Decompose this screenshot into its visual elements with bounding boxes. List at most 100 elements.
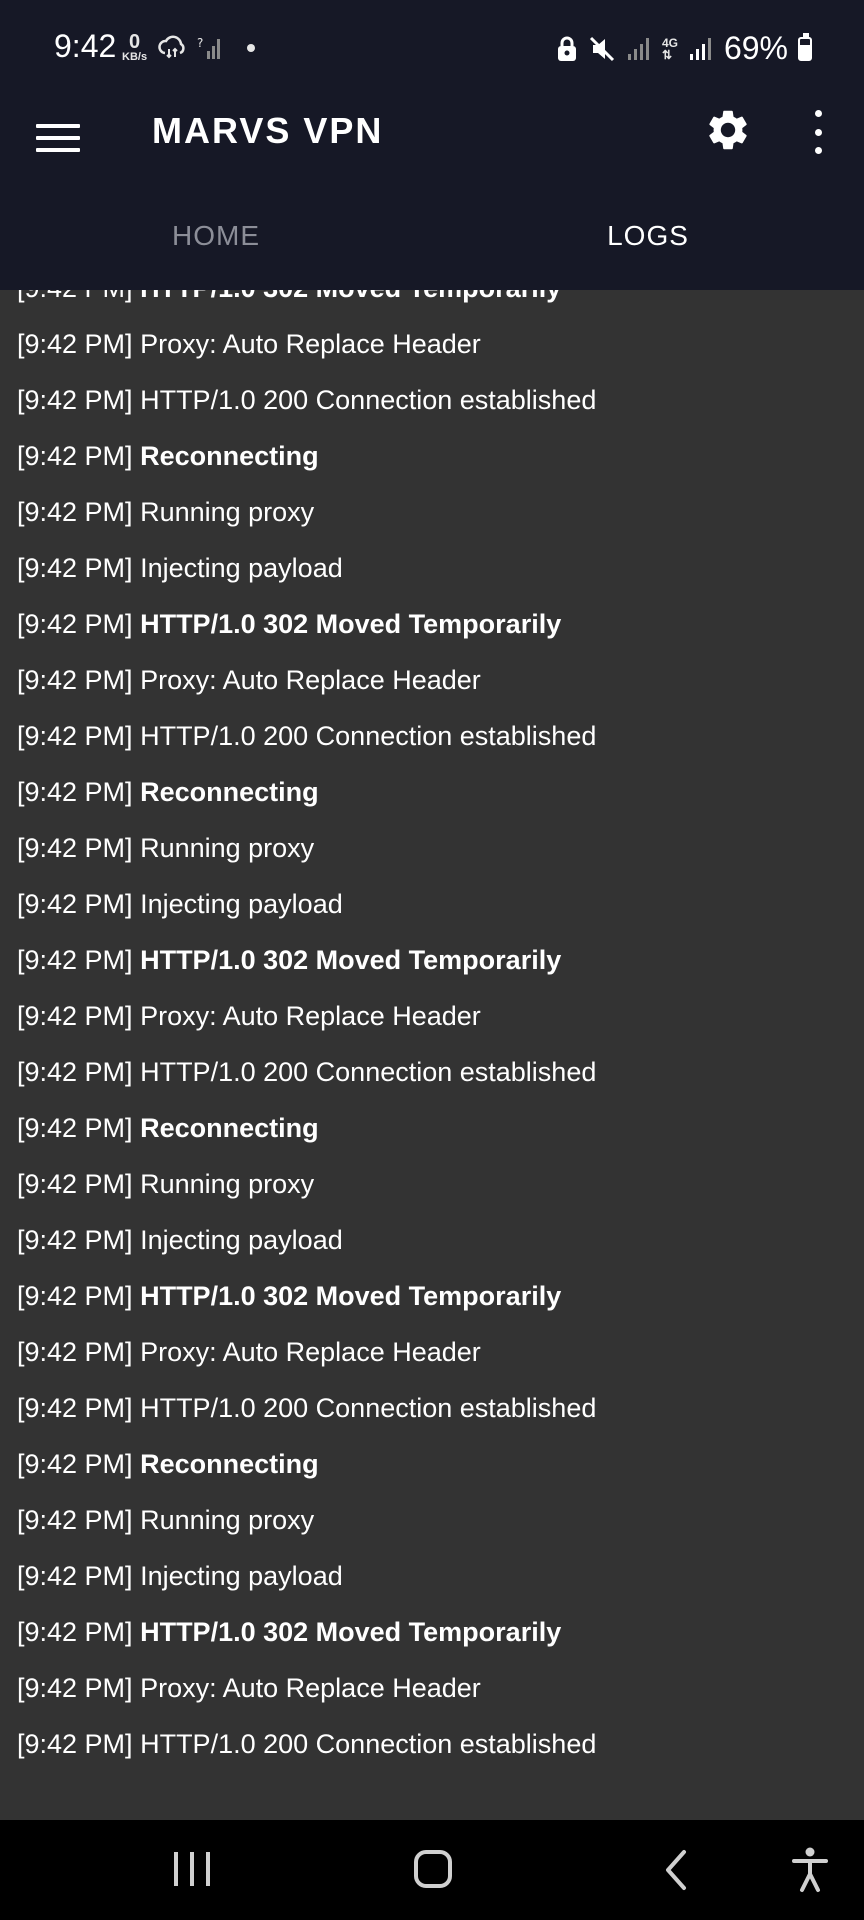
log-timestamp: [9:42 PM] — [17, 1001, 133, 1031]
log-entry: [9:42 PM] Injecting payload — [0, 1212, 864, 1268]
net-speed-unit: KB/s — [122, 51, 148, 63]
log-entry: [9:42 PM] HTTP/1.0 200 Connection establ… — [0, 1716, 864, 1772]
log-entry: [9:42 PM] Reconnecting — [0, 1100, 864, 1156]
log-message: Proxy: Auto Replace Header — [140, 1337, 481, 1367]
log-timestamp: [9:42 PM] — [17, 833, 133, 863]
log-timestamp: [9:42 PM] — [17, 441, 133, 471]
status-left-icons: 0 KB/s ? — [122, 32, 256, 63]
log-message: Injecting payload — [140, 553, 343, 583]
log-entry: [9:42 PM] HTTP/1.0 200 Connection establ… — [0, 1044, 864, 1100]
tab-home[interactable]: HOME — [0, 212, 432, 260]
log-entry: [9:42 PM] HTTP/1.0 200 Connection establ… — [0, 1380, 864, 1436]
log-timestamp: [9:42 PM] — [17, 1225, 133, 1255]
log-entry: [9:42 PM] Running proxy — [0, 820, 864, 876]
log-message: Injecting payload — [140, 1225, 343, 1255]
log-timestamp: [9:42 PM] — [17, 889, 133, 919]
log-message: Injecting payload — [140, 1561, 343, 1591]
log-message: Reconnecting — [140, 1449, 319, 1479]
log-message: Injecting payload — [140, 889, 343, 919]
log-entry: [9:42 PM] Injecting payload — [0, 540, 864, 596]
net-speed-indicator: 0 KB/s — [122, 32, 147, 63]
log-message: Running proxy — [140, 1505, 315, 1535]
log-message: Reconnecting — [140, 441, 319, 471]
cloud-sync-icon — [158, 35, 185, 58]
log-message: Reconnecting — [140, 777, 319, 807]
log-message: Proxy: Auto Replace Header — [140, 1673, 481, 1703]
home-icon[interactable] — [414, 1850, 452, 1888]
svg-text:?: ? — [197, 36, 203, 50]
log-timestamp: [9:42 PM] — [17, 609, 133, 639]
log-entry: [9:42 PM] Running proxy — [0, 1156, 864, 1212]
status-bar: 9:42 0 KB/s ? 4G ⇅ 69% — [0, 0, 864, 96]
log-timestamp: [9:42 PM] — [17, 1505, 133, 1535]
signal-icon — [627, 37, 649, 60]
log-message: Proxy: Auto Replace Header — [140, 1001, 481, 1031]
gear-icon[interactable] — [704, 106, 752, 154]
log-timestamp: [9:42 PM] — [17, 497, 133, 527]
battery-percent: 69% — [723, 30, 788, 66]
log-entry: [9:42 PM] Running proxy — [0, 1492, 864, 1548]
log-message: Reconnecting — [140, 1113, 319, 1143]
battery-icon — [798, 32, 812, 61]
tab-logs[interactable]: LOGS — [432, 212, 864, 260]
log-message: HTTP/1.0 302 Moved Temporarily — [140, 1281, 562, 1311]
log-timestamp: [9:42 PM] — [17, 1617, 133, 1647]
log-entry: [9:42 PM] Injecting payload — [0, 876, 864, 932]
4g-data-icon: 4G ⇅ — [662, 37, 678, 61]
log-panel[interactable]: [9:42 PM] HTTP/1.0 302 Moved Temporarily… — [0, 290, 864, 1820]
log-timestamp: [9:42 PM] — [17, 329, 133, 359]
signal-strength-icon — [689, 37, 711, 60]
log-timestamp: [9:42 PM] — [17, 1337, 133, 1367]
log-entry: [9:42 PM] HTTP/1.0 302 Moved Temporarily — [0, 1268, 864, 1324]
log-entry: [9:42 PM] HTTP/1.0 302 Moved Temporarily — [0, 290, 864, 316]
tab-bar: HOME LOGS — [0, 212, 864, 260]
log-entry: [9:42 PM] Proxy: Auto Replace Header — [0, 1660, 864, 1716]
log-timestamp: [9:42 PM] — [17, 1169, 133, 1199]
log-timestamp: [9:42 PM] — [17, 290, 133, 303]
mute-icon — [589, 36, 614, 61]
log-entry: [9:42 PM] Proxy: Auto Replace Header — [0, 652, 864, 708]
log-message: HTTP/1.0 200 Connection established — [140, 385, 597, 415]
log-entry: [9:42 PM] HTTP/1.0 302 Moved Temporarily — [0, 1604, 864, 1660]
app-bar: MARVS VPN HOME LOGS — [0, 96, 864, 260]
navigation-bar — [0, 1820, 864, 1920]
log-message: HTTP/1.0 200 Connection established — [140, 1729, 597, 1759]
screen: 9:42 0 KB/s ? 4G ⇅ 69% MARVS VPN HOME LO… — [0, 0, 864, 1920]
log-message: HTTP/1.0 302 Moved Temporarily — [140, 290, 561, 303]
log-message: HTTP/1.0 200 Connection established — [140, 1393, 597, 1423]
log-entry: [9:42 PM] Reconnecting — [0, 1436, 864, 1492]
more-vert-icon[interactable] — [804, 110, 832, 154]
log-entry: [9:42 PM] Proxy: Auto Replace Header — [0, 1324, 864, 1380]
log-timestamp: [9:42 PM] — [17, 553, 133, 583]
lock-icon — [557, 36, 576, 61]
log-timestamp: [9:42 PM] — [17, 1281, 133, 1311]
signal-unknown-icon: ? — [197, 36, 221, 59]
log-message: HTTP/1.0 302 Moved Temporarily — [140, 609, 562, 639]
log-timestamp: [9:42 PM] — [17, 945, 133, 975]
log-list: [9:42 PM] HTTP/1.0 302 Moved Temporarily… — [0, 290, 864, 1772]
battery-fill — [800, 44, 810, 59]
log-message: HTTP/1.0 302 Moved Temporarily — [140, 1617, 562, 1647]
log-timestamp: [9:42 PM] — [17, 1729, 133, 1759]
app-title: MARVS VPN — [152, 110, 384, 151]
recent-apps-icon[interactable] — [174, 1852, 210, 1886]
log-entry: [9:42 PM] Running proxy — [0, 484, 864, 540]
hamburger-menu-icon[interactable] — [36, 116, 80, 160]
accessibility-icon[interactable] — [790, 1846, 830, 1894]
log-message: HTTP/1.0 200 Connection established — [140, 1057, 597, 1087]
log-timestamp: [9:42 PM] — [17, 721, 133, 751]
status-right-icons: 4G ⇅ 69% — [556, 30, 812, 67]
log-entry: [9:42 PM] Reconnecting — [0, 764, 864, 820]
log-timestamp: [9:42 PM] — [17, 1057, 133, 1087]
log-message: Proxy: Auto Replace Header — [140, 329, 481, 359]
log-message: Running proxy — [140, 1169, 315, 1199]
log-entry: [9:42 PM] Injecting payload — [0, 1548, 864, 1604]
log-timestamp: [9:42 PM] — [17, 1673, 133, 1703]
log-entry: [9:42 PM] HTTP/1.0 200 Connection establ… — [0, 708, 864, 764]
log-timestamp: [9:42 PM] — [17, 1113, 133, 1143]
dot-icon — [247, 43, 256, 52]
log-entry: [9:42 PM] Proxy: Auto Replace Header — [0, 988, 864, 1044]
net-speed-value: 0 — [128, 31, 141, 53]
log-timestamp: [9:42 PM] — [17, 777, 133, 807]
back-icon[interactable] — [660, 1848, 690, 1892]
